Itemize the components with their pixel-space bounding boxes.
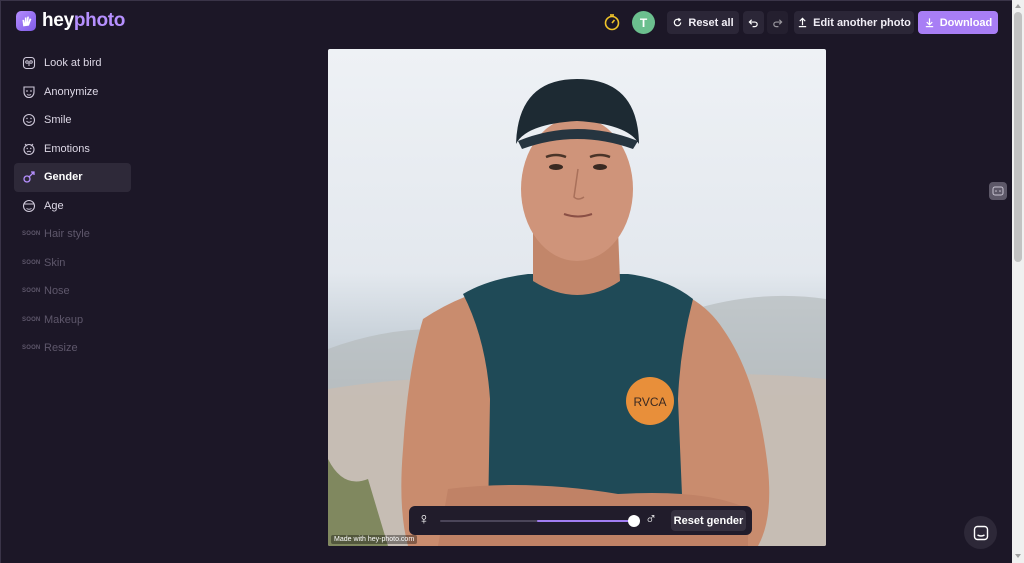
soon-badge: SOON: [22, 316, 41, 323]
sidebar-item-label: Makeup: [44, 313, 84, 326]
sidebar-item-label: Nose: [44, 285, 70, 298]
female-symbol-icon: ♀: [418, 511, 430, 528]
chat-icon: [973, 525, 988, 540]
logo-text: heyphoto: [42, 10, 126, 31]
sidebar-item-label: Hair style: [44, 228, 90, 241]
sidebar-item-smile[interactable]: Smile: [14, 106, 131, 135]
scroll-down-arrow-icon[interactable]: [1015, 554, 1021, 558]
download-icon: [925, 18, 933, 28]
scroll-up-arrow-icon[interactable]: [1015, 4, 1021, 8]
timer-icon[interactable]: [603, 13, 621, 31]
reset-all-label: Reset all: [688, 16, 734, 29]
soon-badge: SOON: [22, 345, 41, 352]
sidebar-item-skin: SOON Skin: [14, 249, 131, 278]
bird-eye-icon: [22, 56, 36, 70]
portrait-photo: RVCA: [328, 79, 826, 546]
mask-icon: [22, 85, 36, 99]
sidebar-item-label: Skin: [44, 256, 66, 269]
sidebar-item-makeup: SOON Makeup: [14, 306, 131, 335]
gender-slider-bar: ♀ ♂ Reset gender: [409, 506, 752, 535]
sidebar-item-age[interactable]: Age: [14, 192, 131, 221]
edit-another-photo-label: Edit another photo: [813, 16, 911, 29]
feature-sidebar: Look at bird Anonymize Smile Emotions Ge…: [14, 49, 131, 363]
sidebar-item-label: Smile: [44, 114, 72, 127]
photo-canvas[interactable]: RVCA Made with hey-photo.com: [328, 49, 826, 546]
sidebar-item-hair-style: SOON Hair style: [14, 220, 131, 249]
sidebar-item-look-at-bird[interactable]: Look at bird: [14, 49, 131, 78]
side-feedback-icon[interactable]: [989, 182, 1007, 200]
edit-another-photo-button[interactable]: Edit another photo: [794, 11, 914, 34]
chat-support-button[interactable]: [964, 516, 997, 549]
sidebar-item-nose: SOON Nose: [14, 277, 131, 306]
age-face-icon: [22, 199, 36, 213]
sidebar-item-resize: SOON Resize: [14, 334, 131, 363]
soon-badge: SOON: [22, 288, 41, 295]
svg-text:RVCA: RVCA: [633, 395, 666, 409]
app-logo[interactable]: heyphoto: [16, 10, 125, 32]
undo-icon: [748, 19, 758, 28]
sidebar-item-label: Resize: [44, 342, 78, 355]
user-avatar[interactable]: T: [632, 11, 655, 34]
sidebar-item-label: Gender: [44, 171, 83, 184]
sidebar-item-anonymize[interactable]: Anonymize: [14, 78, 131, 107]
emotion-face-icon: [22, 142, 36, 156]
download-label: Download: [939, 16, 993, 29]
watermark: Made with hey-photo.com: [331, 535, 418, 544]
sidebar-item-label: Anonymize: [44, 85, 99, 98]
redo-button[interactable]: [767, 11, 788, 34]
gender-slider-thumb[interactable]: [628, 515, 640, 527]
window-frame-top: [0, 0, 1024, 1]
reset-all-button[interactable]: Reset all: [667, 11, 739, 34]
gender-slider-track[interactable]: [440, 515, 640, 527]
sidebar-item-gender[interactable]: Gender: [14, 163, 131, 192]
sidebar-item-label: Look at bird: [44, 57, 102, 70]
hand-logo-icon: [16, 11, 36, 31]
sidebar-item-label: Age: [44, 199, 64, 212]
gender-slider-fill: [537, 520, 634, 522]
reset-gender-button[interactable]: Reset gender: [671, 510, 746, 531]
smile-icon: [22, 113, 36, 127]
upload-icon: [798, 17, 807, 28]
male-symbol-icon: ♂: [645, 511, 657, 528]
scrollbar-thumb[interactable]: [1014, 12, 1022, 262]
redo-icon: [773, 19, 783, 28]
reset-icon: [674, 17, 682, 27]
sidebar-item-emotions[interactable]: Emotions: [14, 135, 131, 164]
gender-icon: [22, 170, 36, 184]
undo-button[interactable]: [743, 11, 764, 34]
sidebar-item-label: Emotions: [44, 142, 90, 155]
download-button[interactable]: Download: [918, 11, 998, 34]
soon-badge: SOON: [22, 259, 41, 266]
soon-badge: SOON: [22, 231, 41, 238]
window-frame-left: [0, 0, 1, 563]
